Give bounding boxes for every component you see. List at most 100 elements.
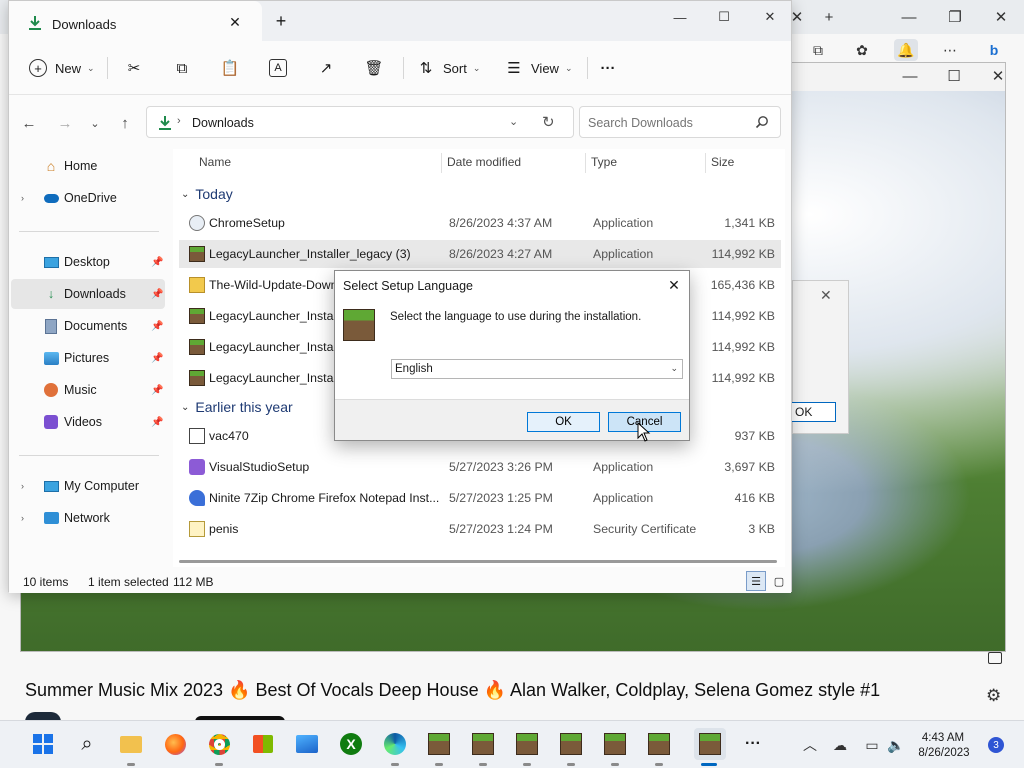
nav-item-network[interactable]: › Network [11, 503, 165, 533]
file-explorer-icon[interactable] [118, 731, 144, 757]
minecraft-launcher-icon[interactable] [646, 731, 672, 757]
search-input[interactable] [588, 114, 748, 132]
minecraft-launcher-icon[interactable] [602, 731, 628, 757]
firefox-icon[interactable] [162, 731, 188, 757]
address-bar[interactable]: › Downloads ⌄ ↻ [146, 106, 574, 138]
explorer-tab[interactable]: Downloads ✕ [9, 1, 262, 41]
dialog-close-icon[interactable]: ✕ [666, 277, 682, 293]
background-ok-button[interactable]: OK [790, 402, 836, 422]
file-row[interactable]: Ninite 7Zip Chrome Firefox Notepad Inst.… [179, 484, 781, 512]
breadcrumb-downloads[interactable]: Downloads [192, 116, 254, 130]
minecraft-launcher-icon[interactable] [426, 731, 452, 757]
notifications-icon[interactable]: 🔔 [894, 39, 918, 61]
minecraft-launcher-active-icon[interactable] [694, 728, 726, 760]
column-header-name[interactable]: Name [199, 155, 231, 169]
column-header-date[interactable]: Date modified [447, 155, 521, 169]
column-divider[interactable] [441, 153, 442, 173]
chevron-right-icon[interactable]: › [21, 513, 24, 523]
pin-icon[interactable]: 📌 [151, 385, 163, 396]
xbox-icon[interactable]: X [338, 731, 364, 757]
file-row[interactable]: ChromeSetup 8/26/2023 4:37 AM Applicatio… [179, 209, 781, 237]
back-arrow-icon[interactable]: ← [19, 113, 39, 133]
minimize-icon[interactable]: — [669, 7, 691, 27]
tiles-view-icon[interactable]: ▢ [769, 571, 789, 591]
column-divider[interactable] [585, 153, 586, 173]
more-icon[interactable]: ⋯ [938, 39, 962, 61]
close-icon[interactable]: ✕ [759, 7, 781, 27]
sidebar-toggle-icon[interactable] [988, 652, 1002, 664]
nav-item-onedrive[interactable]: › OneDrive [11, 183, 165, 213]
nav-item-downloads[interactable]: ↓ Downloads 📌 [11, 279, 165, 309]
forward-arrow-icon[interactable]: → [55, 113, 75, 133]
video-title[interactable]: Summer Music Mix 2023 🔥 Best Of Vocals D… [25, 680, 880, 701]
browser-restore-icon[interactable]: ❐ [944, 6, 966, 28]
paste-button[interactable]: 📋 [221, 57, 240, 79]
browser-minimize-icon[interactable]: — [898, 6, 920, 28]
more-options-button[interactable]: ··· [599, 57, 617, 79]
pin-icon[interactable]: 📌 [151, 353, 163, 364]
start-windows-icon[interactable] [30, 731, 56, 757]
column-divider[interactable] [705, 153, 706, 173]
file-row[interactable]: penis 5/27/2023 1:24 PM Security Certifi… [179, 515, 781, 543]
delete-button[interactable]: 🗑 [364, 57, 383, 79]
photos-icon[interactable] [294, 731, 320, 757]
copy-button[interactable]: ⧉ [173, 57, 191, 79]
search-box[interactable] [579, 106, 781, 138]
group-header-today[interactable]: ⌄ Today [181, 183, 233, 205]
show-hidden-icons-chevron[interactable]: ︿ [800, 735, 820, 755]
cloud-offline-icon[interactable]: ☁ [830, 735, 850, 755]
rename-button[interactable]: A [269, 57, 287, 79]
pin-icon[interactable]: 📌 [151, 289, 163, 300]
tab-close-icon[interactable]: ✕ [227, 14, 243, 30]
column-header-type[interactable]: Type [591, 155, 617, 169]
minecraft-launcher-icon[interactable] [514, 731, 540, 757]
chrome-icon[interactable] [206, 731, 232, 757]
language-select[interactable]: English ⌄ [391, 359, 683, 379]
up-arrow-icon[interactable]: ↑ [115, 113, 135, 133]
column-header-size[interactable]: Size [711, 155, 734, 169]
edge-icon[interactable] [382, 731, 408, 757]
collections-icon[interactable]: ⧉ [806, 39, 830, 61]
notification-badge[interactable]: 3 [988, 737, 1004, 753]
store-icon[interactable] [250, 731, 276, 757]
nav-item-my-computer[interactable]: › My Computer [11, 471, 165, 501]
file-row-selected[interactable]: LegacyLauncher_Installer_legacy (3) 8/26… [179, 240, 781, 268]
network-status-icon[interactable]: ▭ [862, 735, 882, 755]
extensions-icon[interactable]: ✿ [850, 39, 874, 61]
nav-item-music[interactable]: Music 📌 [11, 375, 165, 405]
minecraft-launcher-icon[interactable] [470, 731, 496, 757]
view-button[interactable]: ☰ View ⌄ [505, 57, 572, 79]
nav-item-videos[interactable]: Videos 📌 [11, 407, 165, 437]
nav-item-pictures[interactable]: Pictures 📌 [11, 343, 165, 373]
video-minimize-icon[interactable]: — [899, 65, 921, 87]
cut-button[interactable]: ✂ [125, 57, 143, 79]
video-close-icon[interactable]: ✕ [987, 65, 1005, 87]
clock-time[interactable]: 4:43 AM [918, 732, 968, 744]
browser-new-tab-icon[interactable]: + [818, 6, 840, 28]
nav-item-documents[interactable]: Documents 📌 [11, 311, 165, 341]
details-view-icon[interactable]: ☰ [746, 571, 766, 591]
minecraft-launcher-icon[interactable] [558, 731, 584, 757]
search-icon[interactable]: ⌕ [74, 731, 100, 757]
copilot-icon[interactable]: b [982, 39, 1006, 61]
chevron-down-icon[interactable]: ⌄ [509, 115, 518, 128]
new-button[interactable]: + New ⌄ [29, 57, 95, 79]
refresh-icon[interactable]: ↻ [542, 113, 555, 131]
recent-chevron-icon[interactable]: ⌄ [85, 113, 105, 133]
file-row[interactable]: VisualStudioSetup 5/27/2023 3:26 PM Appl… [179, 453, 781, 481]
clock-date[interactable]: 8/26/2023 [910, 747, 978, 759]
nav-item-home[interactable]: ⌂ Home [11, 151, 165, 181]
nav-item-desktop[interactable]: Desktop 📌 [11, 247, 165, 277]
pin-icon[interactable]: 📌 [151, 417, 163, 428]
volume-icon[interactable]: 🔈 [886, 735, 906, 755]
group-header-earlier-this-year[interactable]: ⌄ Earlier this year [181, 396, 293, 418]
sort-button[interactable]: ⇅ Sort ⌄ [417, 57, 481, 79]
video-maximize-icon[interactable]: ☐ [943, 65, 965, 87]
chevron-right-icon[interactable]: › [21, 193, 24, 203]
share-button[interactable]: ↗ [317, 57, 335, 79]
background-dialog-close-icon[interactable]: ✕ [820, 287, 832, 304]
settings-gear-icon[interactable]: ⚙ [986, 686, 1001, 706]
browser-close-icon[interactable]: ✕ [990, 6, 1012, 28]
ok-button[interactable]: OK [527, 412, 600, 432]
new-tab-icon[interactable]: + [273, 11, 289, 31]
